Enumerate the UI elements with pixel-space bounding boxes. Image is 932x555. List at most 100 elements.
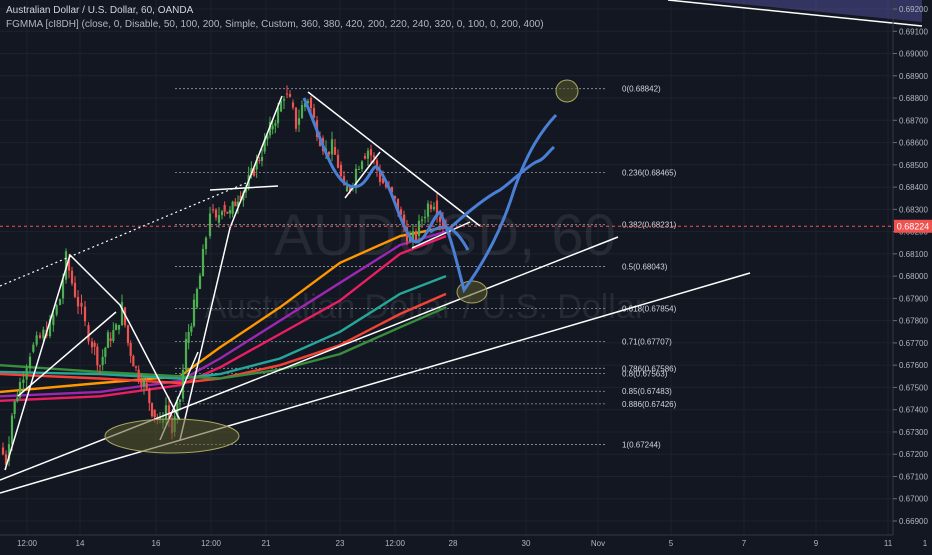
- candle-body: [87, 325, 90, 342]
- candle-body: [258, 159, 261, 161]
- price-tick-label: 0.68600: [899, 139, 928, 148]
- candle-body: [112, 330, 115, 341]
- candle-body: [414, 231, 418, 241]
- candle-body: [148, 388, 151, 403]
- candle-body: [223, 204, 226, 212]
- candle-body: [150, 402, 154, 417]
- candle-body: [190, 326, 193, 332]
- candle-body: [187, 331, 190, 343]
- fib-level-label: 0.5(0.68043): [622, 263, 668, 272]
- candle-body: [1, 447, 5, 455]
- candle-body: [274, 123, 277, 126]
- candle-body: [55, 304, 58, 315]
- candle-body: [234, 201, 237, 207]
- price-tick-label: 0.68400: [899, 183, 928, 192]
- candle-body: [372, 155, 376, 158]
- candle-body: [13, 401, 16, 415]
- price-tick-label: 0.68800: [899, 94, 928, 103]
- target-ellipse-high[interactable]: [555, 79, 579, 103]
- time-tick-label: Nov: [591, 539, 605, 548]
- candle-body: [25, 368, 28, 380]
- candle-body: [198, 275, 202, 289]
- candle-body: [137, 369, 140, 381]
- price-tick-label: 0.68300: [899, 205, 928, 214]
- candle-body: [300, 105, 304, 119]
- candle-body: [285, 93, 289, 95]
- candle-body: [42, 329, 45, 339]
- candle-body: [363, 155, 367, 159]
- candle-body: [28, 356, 32, 369]
- price-tick-label: 0.68100: [899, 250, 928, 259]
- candle-body: [330, 139, 334, 155]
- price-tick-label: 0.66900: [899, 517, 928, 526]
- candle-body: [58, 299, 62, 305]
- fib-level-label: 1(0.67244): [622, 440, 661, 449]
- price-tick-label: 0.67300: [899, 428, 928, 437]
- candle-body: [420, 219, 424, 221]
- candle-body: [104, 347, 107, 357]
- candle-body: [217, 215, 221, 223]
- fib-level-label: 0.71(0.67707): [622, 337, 672, 346]
- candle-body: [336, 154, 340, 168]
- trading-chart[interactable]: AUDUSD, 60 Australian Dollar / U.S. Doll…: [0, 0, 932, 550]
- candle-body: [288, 94, 292, 97]
- candle-body: [195, 288, 199, 308]
- support-ellipse[interactable]: [104, 418, 240, 454]
- price-tick-label: 0.67900: [899, 294, 928, 303]
- candle-body: [38, 335, 42, 338]
- time-tick-label: 9: [814, 539, 819, 548]
- candle-body: [35, 335, 38, 345]
- candle-body: [52, 314, 55, 326]
- candle-body: [117, 324, 121, 330]
- candle-body: [294, 107, 298, 129]
- candle-body: [208, 213, 212, 237]
- candle-body: [432, 206, 436, 210]
- candle-body: [345, 186, 349, 192]
- price-tick-label: 0.69100: [899, 27, 928, 36]
- candle-body: [231, 201, 234, 214]
- candle-body: [80, 302, 83, 307]
- price-tick-label: 0.67700: [899, 339, 928, 348]
- candle-body: [192, 299, 196, 327]
- price-tick-label: 0.68700: [899, 116, 928, 125]
- candle-body: [220, 211, 224, 216]
- candle-body: [93, 342, 96, 347]
- indicator-legend[interactable]: FGMMA [cI8DH] (close, 0, Disable, 50, 10…: [6, 19, 544, 30]
- candle-body: [73, 282, 77, 297]
- time-tick-label: 28: [449, 539, 458, 548]
- candle-body: [96, 346, 99, 366]
- candle-body: [309, 98, 313, 109]
- candle-body: [153, 409, 156, 418]
- candle-body: [327, 151, 331, 155]
- price-tick-label: 0.67400: [899, 406, 928, 415]
- candle-body: [16, 397, 19, 402]
- candle-body: [214, 209, 218, 218]
- time-tick-label: 16: [152, 539, 161, 548]
- price-tick-label: 0.68900: [899, 72, 928, 81]
- candle-body: [126, 325, 130, 344]
- candle-body: [333, 147, 337, 155]
- time-tick-label: 30: [522, 539, 531, 548]
- candle-body: [426, 203, 430, 217]
- time-tick-label: 1: [923, 539, 928, 548]
- candle-body: [106, 332, 110, 348]
- price-chart-canvas[interactable]: AUDUSD, 60 Australian Dollar / U.S. Doll…: [0, 0, 932, 550]
- candle-body: [366, 150, 370, 159]
- candle-body: [423, 216, 427, 219]
- candle-body: [145, 382, 148, 389]
- candle-body: [339, 164, 343, 177]
- candle-body: [140, 380, 143, 387]
- candle-body: [211, 209, 215, 211]
- fib-level-label: 0.8(0.67563): [622, 369, 668, 378]
- candle-body: [357, 168, 361, 170]
- fib-level-label: 0(0.68842): [622, 85, 661, 94]
- candle-body: [360, 161, 364, 169]
- candle-body: [83, 306, 87, 322]
- candle-body: [184, 339, 188, 370]
- fib-level-label: 0.382(0.68231): [622, 221, 677, 230]
- price-tick-label: 0.69000: [899, 50, 928, 59]
- candle-body: [226, 211, 229, 214]
- fib-level-label: 0.85(0.67483): [622, 387, 672, 396]
- time-tick-label: 21: [262, 539, 271, 548]
- price-tick-label: 0.69200: [899, 5, 928, 14]
